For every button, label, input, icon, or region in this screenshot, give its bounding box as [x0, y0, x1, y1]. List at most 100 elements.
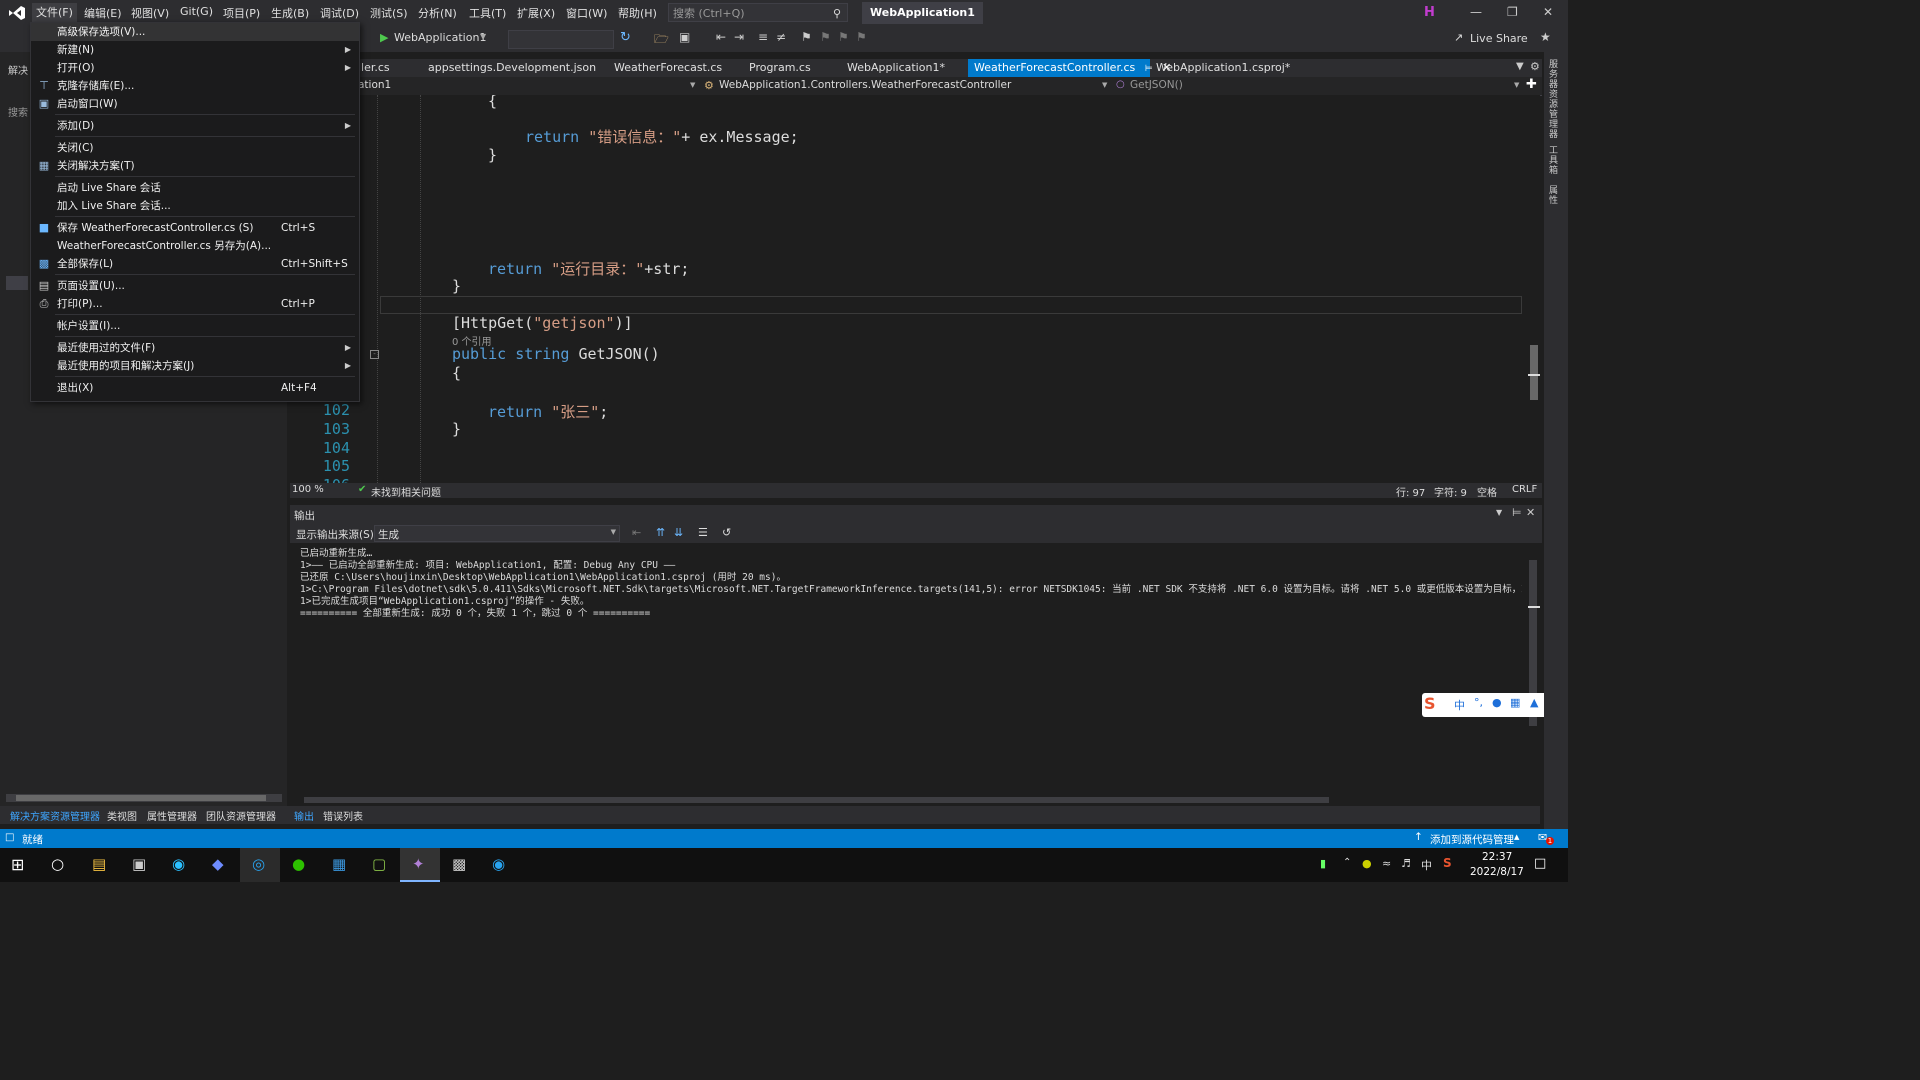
horizontal-scrollbar[interactable] [6, 794, 282, 802]
menu-project[interactable]: 项目(P) [223, 5, 260, 21]
nav-class-dropdown[interactable]: WebApplication1.Controllers.WeatherForec… [719, 79, 1011, 91]
tab-property-manager[interactable]: 属性管理器 [147, 808, 197, 823]
collapse-icon[interactable]: - [370, 350, 379, 359]
bookmark-icon[interactable]: ⚑ [801, 30, 812, 44]
restore-icon[interactable]: ❐ [1507, 5, 1518, 19]
menu-item-close[interactable]: 关闭(C) [31, 139, 359, 157]
menu-item-add[interactable]: 添加(D) ▶ [31, 117, 359, 135]
menu-item-clone-repo[interactable]: ⊤ 克隆存储库(E)... [31, 77, 359, 95]
next-bookmark-icon[interactable]: ⚑ [838, 30, 849, 44]
tray-expand-icon[interactable]: ⌃ [1343, 857, 1351, 868]
cortana-icon[interactable]: ○ [51, 855, 64, 873]
add-to-source-control[interactable]: 添加到源代码管理 [1430, 832, 1514, 847]
panel-dropdown-icon[interactable]: ▼ [1496, 508, 1502, 517]
tab-settings-icon[interactable]: ⚙ [1530, 60, 1540, 73]
debug-target-dropdown[interactable] [508, 30, 614, 49]
menu-item-recent-files[interactable]: 最近使用过的文件(F) ▶ [31, 339, 359, 357]
refresh-icon[interactable]: ↻ [620, 30, 631, 45]
menu-view[interactable]: 视图(V) [131, 5, 169, 21]
tray-app-icon[interactable]: ● [1362, 857, 1372, 870]
screenshot-icon[interactable]: ▣ [679, 30, 690, 44]
tab-weatherforecastcontroller[interactable]: WeatherForecastController.cs ⊨ ✕ [968, 59, 1171, 77]
menu-item-recent-projects[interactable]: 最近使用的项目和解决方案(J) ▶ [31, 357, 359, 375]
tab-solution-explorer[interactable]: 解决方案资源管理器 [10, 808, 100, 823]
toolbox-tab[interactable]: 工具箱 [1549, 146, 1561, 176]
split-editor-icon[interactable]: ✚ [1526, 77, 1537, 92]
visual-studio-icon[interactable]: ✦ [412, 855, 425, 873]
sogou-tray-icon[interactable]: S [1443, 856, 1452, 870]
menu-item-save[interactable]: ■ 保存 WeatherForecastController.cs (S) Ctrl… [31, 219, 359, 237]
uncomment-icon[interactable]: ≠ [776, 30, 786, 44]
menu-item-page-setup[interactable]: ▤ 页面设置(U)... [31, 277, 359, 295]
ime-indicator[interactable]: 中 [1421, 857, 1432, 873]
tab-team-explorer[interactable]: 团队资源管理器 [206, 808, 276, 823]
tab-appsettings-development[interactable]: appsettings.Development.json [428, 59, 596, 77]
tab-program[interactable]: Program.cs [749, 59, 811, 77]
close-icon[interactable]: ✕ [1543, 5, 1553, 19]
tab-overflow-icon[interactable]: ▼ [1516, 61, 1524, 72]
editor-vertical-scrollbar[interactable] [1528, 95, 1540, 483]
menu-item-print[interactable]: ⎙ 打印(P)... Ctrl+P [31, 295, 359, 313]
clock-time[interactable]: 22:37 [1482, 851, 1512, 863]
menu-item-start-window[interactable]: ▣ 启动窗口(W) [31, 95, 359, 113]
code-editor[interactable]: { return "错误信息："+ ex.Message; } return "… [290, 95, 1528, 483]
tab-error-list[interactable]: 错误列表 [323, 808, 363, 823]
search-input[interactable]: 搜索 (Ctrl+Q) ⚲ [668, 3, 848, 22]
windows-start-icon[interactable]: ⊞ [11, 855, 24, 874]
user-avatar[interactable]: H [1424, 5, 1438, 21]
pin-icon[interactable]: ⊨ [1512, 506, 1522, 519]
app-bird-icon[interactable]: ◉ [492, 855, 505, 873]
feedback-icon[interactable]: ★ [1540, 30, 1551, 44]
clear-all-icon[interactable]: ☰ [698, 526, 708, 539]
outdent-icon[interactable]: ⇥ [734, 30, 744, 44]
menu-test[interactable]: 测试(S) [370, 5, 408, 21]
output-vertical-scrollbar[interactable] [1528, 546, 1540, 791]
server-explorer-tab[interactable]: 服务器资源管理器 [1549, 60, 1561, 140]
app-window-icon[interactable]: ▣ [132, 855, 146, 873]
skin-icon[interactable]: ▲ [1530, 696, 1538, 709]
menu-edit[interactable]: 编辑(E) [84, 5, 122, 21]
menu-item-save-all[interactable]: ▩ 全部保存(L) Ctrl+Shift+S [31, 255, 359, 273]
menu-analyze[interactable]: 分析(N) [418, 5, 457, 21]
line-ending[interactable]: CRLF [1512, 484, 1537, 495]
comment-icon[interactable]: ≡ [758, 30, 768, 44]
tab-weatherforecast[interactable]: WeatherForecast.cs [614, 59, 722, 77]
network-icon[interactable]: ≈ [1382, 857, 1391, 870]
menu-item-join-live-share[interactable]: 加入 Live Share 会话... [31, 197, 359, 215]
selected-row[interactable] [6, 276, 28, 290]
menu-debug[interactable]: 调试(D) [320, 5, 359, 21]
live-share-icon[interactable]: ↗ [1454, 31, 1463, 44]
word-wrap-icon[interactable]: ↺ [722, 526, 731, 539]
minimize-icon[interactable]: — [1470, 5, 1482, 19]
nav-member-dropdown[interactable]: GetJSON() [1130, 79, 1183, 91]
menu-extensions[interactable]: 扩展(X) [517, 5, 555, 21]
qq-browser-icon[interactable]: ◎ [252, 855, 265, 873]
menu-item-start-live-share[interactable]: 启动 Live Share 会话 [31, 179, 359, 197]
pin-icon[interactable]: ⊨ [1145, 64, 1153, 74]
live-share-button[interactable]: Live Share [1470, 32, 1528, 45]
solution-search[interactable]: 搜索 [8, 104, 28, 119]
wechat-icon[interactable]: ● [292, 855, 305, 873]
properties-tab[interactable]: 属性 [1549, 186, 1561, 206]
file-explorer-icon[interactable]: ▤ [92, 855, 106, 873]
app-feishu-icon[interactable]: ◆ [212, 855, 224, 873]
run-icon[interactable]: ▶ [380, 31, 388, 44]
menu-tools[interactable]: 工具(T) [469, 5, 506, 21]
prev-bookmark-icon[interactable]: ⚑ [820, 30, 831, 44]
tab-controller-partial[interactable]: ller.cs [358, 59, 390, 77]
tab-csproj[interactable]: WebApplication1.csproj* [1156, 59, 1290, 77]
menu-item-save-as[interactable]: WeatherForecastController.cs 另存为(A)... [31, 237, 359, 255]
vs-logo-icon[interactable] [8, 5, 26, 21]
clock-date[interactable]: 2022/8/17 [1470, 866, 1524, 878]
issues-status[interactable]: 未找到相关问题 [371, 484, 441, 499]
folder-icon[interactable]: 🗁 [654, 30, 669, 51]
run-button-label[interactable]: WebApplication1 [394, 31, 486, 44]
menu-item-close-solution[interactable]: ▦ 关闭解决方案(T) [31, 157, 359, 175]
nav-project-dropdown[interactable]: ation1 [358, 79, 391, 91]
tab-webapplication1[interactable]: WebApplication1* [847, 59, 945, 77]
zoom-level[interactable]: 100 % [292, 484, 324, 495]
ime-lang[interactable]: 中 [1454, 697, 1465, 713]
menu-git[interactable]: Git(G) [180, 5, 213, 18]
notepad-icon[interactable]: ▢ [372, 855, 386, 873]
whitespace-mode[interactable]: 空格 [1477, 484, 1497, 499]
